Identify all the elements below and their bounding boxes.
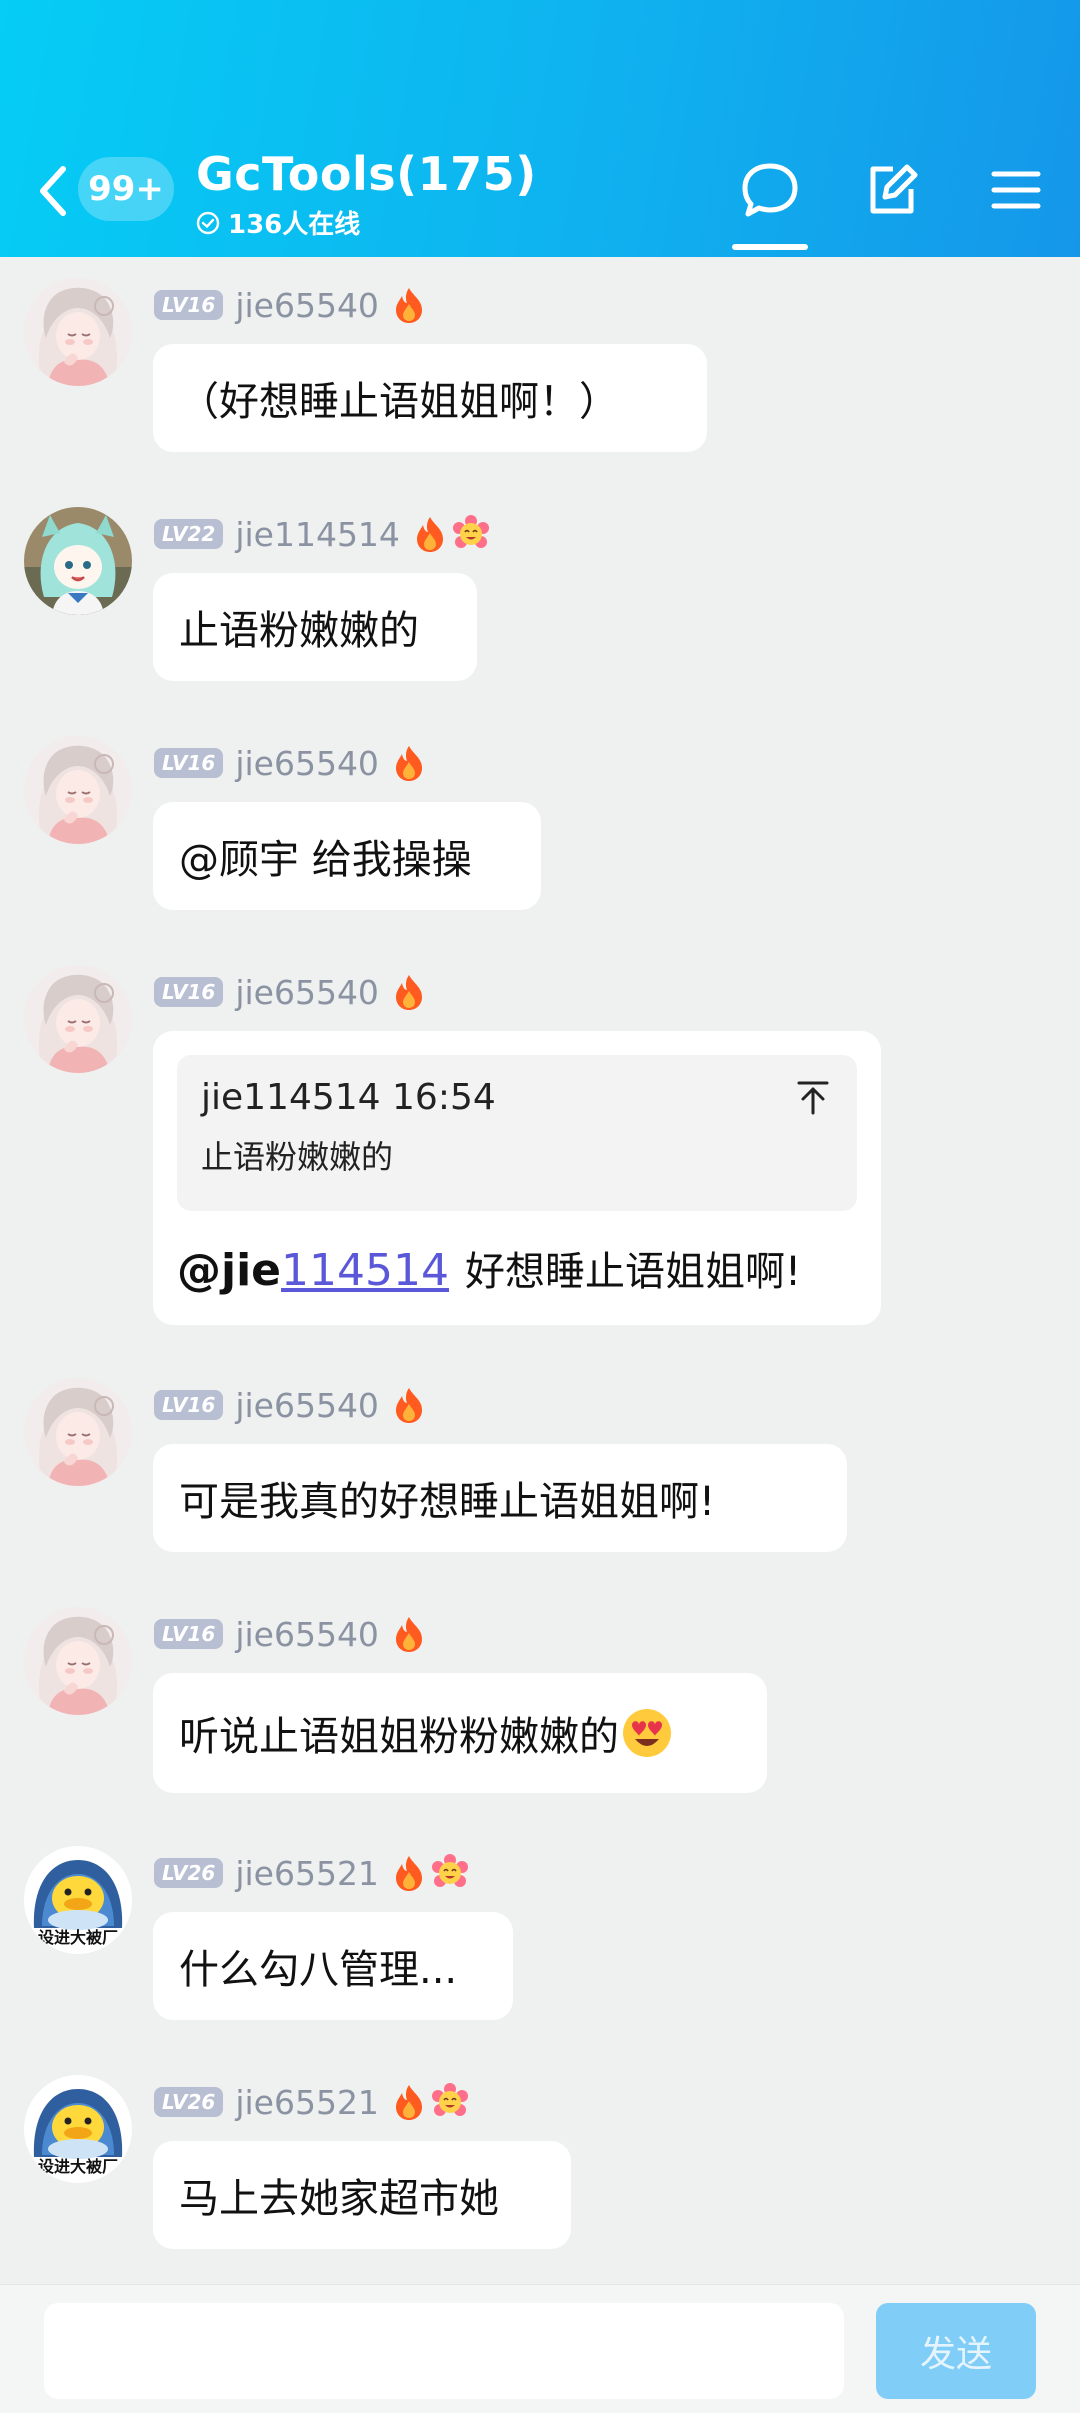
message-bubble[interactable]: @顾宇 给我操操 bbox=[153, 802, 541, 910]
jump-to-top-icon[interactable] bbox=[795, 1079, 831, 1115]
menu-button[interactable] bbox=[984, 158, 1048, 222]
level-badge: LV26 bbox=[154, 2087, 224, 2117]
fire-icon bbox=[391, 1386, 427, 1424]
avatar[interactable] bbox=[24, 1607, 132, 1715]
quoted-text: 止语粉嫩嫩的 bbox=[201, 1138, 394, 1176]
chat-tab-button[interactable] bbox=[738, 158, 802, 222]
sender-meta: LV26 jie65521 bbox=[154, 1854, 473, 1893]
online-count: 136人在线 bbox=[228, 210, 361, 240]
back-button[interactable] bbox=[28, 158, 78, 224]
reply-text: @jie114514 好想睡止语姐姐啊! bbox=[177, 1239, 857, 1297]
message-text: 听说止语姐姐粉粉嫩嫩的 bbox=[179, 1714, 619, 1760]
sender-meta: LV16 jie65540 bbox=[154, 1386, 431, 1425]
level-badge: LV16 bbox=[154, 290, 224, 320]
username[interactable]: jie65521 bbox=[235, 1854, 379, 1893]
pink-hair-avatar-icon bbox=[24, 1607, 132, 1715]
sender-meta: LV26 jie65521 bbox=[154, 2083, 473, 2122]
sender-meta: LV16 jie65540 bbox=[154, 286, 431, 325]
fire-icon bbox=[391, 973, 427, 1011]
composer-bar: 发送 bbox=[0, 2284, 1080, 2413]
sender-meta: LV16 jie65540 bbox=[154, 973, 431, 1012]
sender-meta: LV22 jie114514 bbox=[154, 515, 494, 554]
pink-hair-avatar-icon bbox=[24, 1378, 132, 1486]
chat-bubble-icon bbox=[742, 163, 798, 217]
menu-icon bbox=[991, 171, 1041, 209]
message-item: 设进大被厂 LV26 jie65521 马上去她家超市她 bbox=[0, 2075, 1080, 2275]
chat-header: 99+ GcTools(175) 136人在线 bbox=[0, 0, 1080, 257]
pink-hair-avatar-icon bbox=[24, 736, 132, 844]
level-badge: LV22 bbox=[154, 519, 224, 549]
message-bubble[interactable]: 可是我真的好想睡止语姐姐啊! bbox=[153, 1444, 847, 1552]
username[interactable]: jie65540 bbox=[235, 286, 379, 325]
teal-hair-avatar-icon bbox=[24, 507, 132, 615]
avatar[interactable]: 设进大被厂 bbox=[24, 1846, 132, 1954]
message-bubble[interactable]: （好想睡止语姐姐啊！） bbox=[153, 344, 707, 452]
message-bubble[interactable]: 马上去她家超市她 bbox=[153, 2141, 571, 2249]
online-status: 136人在线 bbox=[196, 204, 537, 241]
reply-message-bubble[interactable]: jie114514 16:54 止语粉嫩嫩的 @jie114514 好想睡止语姐姐… bbox=[153, 1031, 881, 1325]
group-title: GcTools(175) bbox=[196, 147, 537, 201]
quoted-header: jie114514 16:54 bbox=[201, 1077, 496, 1118]
level-badge: LV16 bbox=[154, 748, 224, 778]
avatar[interactable] bbox=[24, 278, 132, 386]
level-badge: LV26 bbox=[154, 1858, 224, 1888]
message-item: LV16 jie65540 @顾宇 给我操操 bbox=[0, 736, 1080, 936]
flower-emoji-icon bbox=[452, 515, 490, 553]
avatar[interactable] bbox=[24, 736, 132, 844]
avatar[interactable]: 设进大被厂 bbox=[24, 2075, 132, 2183]
pink-hair-avatar-icon bbox=[24, 965, 132, 1073]
avatar-caption: 设进大被厂 bbox=[37, 2157, 118, 2176]
sender-meta: LV16 jie65540 bbox=[154, 1615, 431, 1654]
reply-body: 好想睡止语姐姐啊! bbox=[464, 1249, 802, 1295]
fire-icon bbox=[391, 286, 427, 324]
fire-icon bbox=[412, 515, 448, 553]
username[interactable]: jie65540 bbox=[235, 1386, 379, 1425]
flower-emoji-icon bbox=[431, 2083, 469, 2121]
check-circle-icon bbox=[196, 211, 220, 234]
level-badge: LV16 bbox=[154, 1390, 224, 1420]
edit-icon bbox=[870, 164, 918, 214]
message-bubble[interactable]: 听说止语姐姐粉粉嫩嫩的 bbox=[153, 1673, 767, 1793]
active-tab-indicator bbox=[732, 244, 808, 250]
avatar[interactable] bbox=[24, 965, 132, 1073]
username[interactable]: jie65540 bbox=[235, 744, 379, 783]
pink-hair-avatar-icon bbox=[24, 278, 132, 386]
mention-link[interactable]: 114514 bbox=[281, 1245, 449, 1296]
username[interactable]: jie65540 bbox=[235, 1615, 379, 1654]
level-badge: LV16 bbox=[154, 977, 224, 1007]
chevron-left-icon bbox=[40, 166, 66, 216]
username[interactable]: jie65521 bbox=[235, 2083, 379, 2122]
avatar[interactable] bbox=[24, 507, 132, 615]
message-bubble[interactable]: 止语粉嫩嫩的 bbox=[153, 573, 477, 681]
fire-icon bbox=[391, 1615, 427, 1653]
heart-eyes-emoji-icon bbox=[621, 1707, 673, 1759]
message-item: LV16 jie65540 （好想睡止语姐姐啊！） bbox=[0, 278, 1080, 478]
title-block[interactable]: GcTools(175) 136人在线 bbox=[196, 148, 537, 241]
message-item: LV16 jie65540 可是我真的好想睡止语姐姐啊! bbox=[0, 1378, 1080, 1578]
mention-prefix: @jie bbox=[177, 1245, 282, 1296]
edit-button[interactable] bbox=[860, 158, 924, 222]
avatar-caption: 设进大被厂 bbox=[37, 1928, 118, 1947]
message-item: LV16 jie65540 jie114514 16:54 止语粉嫩嫩的 @ji… bbox=[0, 965, 1080, 1345]
quoted-message[interactable]: jie114514 16:54 止语粉嫩嫩的 bbox=[177, 1055, 857, 1211]
username[interactable]: jie114514 bbox=[235, 515, 400, 554]
avatar[interactable] bbox=[24, 1378, 132, 1486]
message-item: LV22 jie114514 止语粉嫩嫩的 bbox=[0, 507, 1080, 707]
send-button[interactable]: 发送 bbox=[876, 2303, 1036, 2399]
unread-badge[interactable]: 99+ bbox=[78, 157, 174, 221]
message-bubble[interactable]: 什么勾八管理... bbox=[153, 1912, 513, 2020]
fire-icon bbox=[391, 2083, 427, 2121]
username[interactable]: jie65540 bbox=[235, 973, 379, 1012]
flower-emoji-icon bbox=[431, 1854, 469, 1892]
message-item: LV16 jie65540 听说止语姐姐粉粉嫩嫩的 bbox=[0, 1607, 1080, 1817]
message-item: 设进大被厂 LV26 jie65521 什么勾八管理... bbox=[0, 1846, 1080, 2046]
fire-icon bbox=[391, 744, 427, 782]
level-badge: LV16 bbox=[154, 1619, 224, 1649]
message-input[interactable] bbox=[44, 2303, 844, 2399]
sender-meta: LV16 jie65540 bbox=[154, 744, 431, 783]
fire-icon bbox=[391, 1854, 427, 1892]
